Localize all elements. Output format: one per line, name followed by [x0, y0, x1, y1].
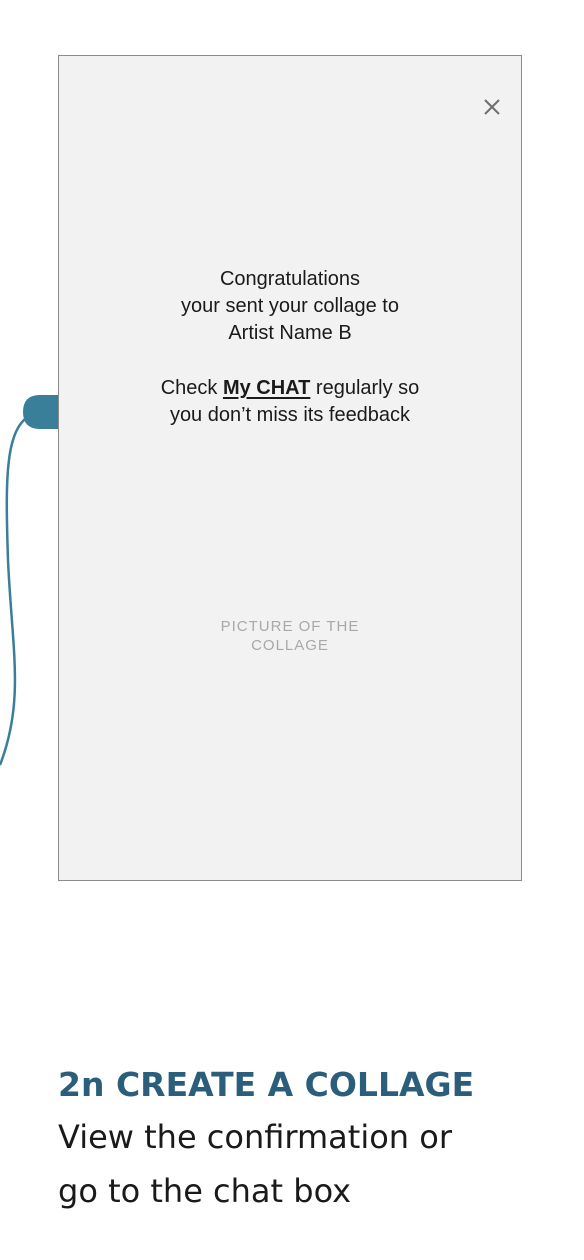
close-button[interactable] [481, 96, 503, 118]
step-description-line-1: View the confirmation or [58, 1118, 452, 1156]
congratulations-heading: Congratulations [219, 268, 361, 290]
flow-connector-line [0, 410, 41, 766]
collage-picture-placeholder: PICTURE OF THE COLLAGE [59, 617, 521, 655]
close-icon [484, 99, 500, 115]
step-caption: 2n CREATE A COLLAGE View the confirmatio… [58, 1060, 558, 1218]
confirmation-message: Congratulations your sent your collage t… [59, 266, 521, 429]
step-title: 2n CREATE A COLLAGE [58, 1065, 475, 1104]
step-description-line-2: go to the chat box [58, 1172, 352, 1210]
check-prefix: Check [160, 377, 218, 399]
placeholder-line-1: PICTURE OF THE [220, 618, 360, 635]
artist-name: Artist Name B [228, 322, 352, 344]
message-spacer [59, 347, 521, 375]
confirmation-screen: Congratulations your sent your collage t… [58, 55, 522, 881]
check-chat-line: Check My CHAT regularly so [59, 375, 521, 402]
placeholder-line-2: COLLAGE [251, 637, 329, 654]
page: Congratulations your sent your collage t… [0, 0, 584, 1260]
my-chat-link[interactable]: My CHAT [223, 377, 310, 399]
step-description: View the confirmation or go to the chat … [58, 1110, 558, 1218]
flow-connector-tab [23, 395, 62, 429]
feedback-text: you don’t miss its feedback [169, 404, 411, 426]
sent-collage-text: your sent your collage to [181, 295, 399, 317]
check-suffix: regularly so [315, 377, 420, 399]
